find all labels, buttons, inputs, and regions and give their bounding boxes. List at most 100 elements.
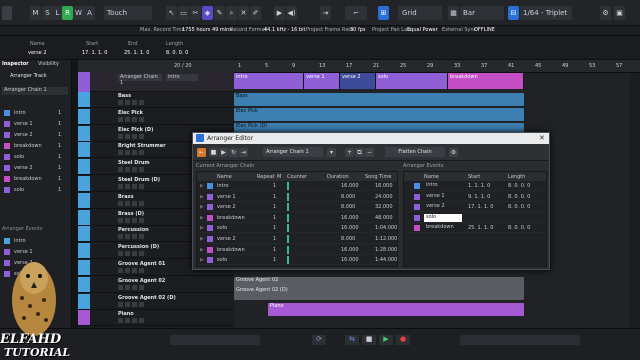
table-row[interactable]: solo [404, 213, 546, 223]
track-w-button[interactable] [139, 100, 144, 105]
table-row[interactable]: ▶ breakdown 1 16.000 1:28.000 [197, 245, 397, 255]
track-w-button[interactable] [139, 184, 144, 189]
tool-erase-icon[interactable]: ✎ [214, 6, 225, 20]
table-row[interactable]: ▶ solo 1 16.000 1:04.000 [197, 223, 397, 234]
tool-play-icon[interactable]: ▶ [274, 6, 285, 20]
arranger-event-clip[interactable]: breakdown [448, 73, 524, 89]
info-value[interactable]: 30 fps [350, 27, 366, 33]
track-m-button[interactable] [118, 150, 123, 156]
snap-icon[interactable]: ⌐ [345, 6, 367, 20]
toggle-w-button[interactable]: W [73, 6, 84, 20]
bass-clip[interactable]: Bass [234, 93, 524, 106]
table-row[interactable]: ▶ verse 1 1 8.000 24.000 [197, 192, 397, 202]
track-r-button[interactable] [132, 284, 137, 290]
inspector-chain-item[interactable]: breakdown 1 [2, 174, 70, 184]
track-r-button[interactable] [132, 184, 137, 189]
track-r-button[interactable] [132, 251, 137, 257]
track-s-button[interactable] [125, 234, 130, 240]
track-w-button[interactable] [139, 217, 144, 223]
track-row[interactable]: Bass [78, 92, 234, 108]
info-value[interactable]: 44.1 kHz - 16 bit [264, 27, 305, 33]
track-s-button[interactable] [125, 251, 130, 257]
track-r-button[interactable] [132, 116, 137, 122]
track-row[interactable]: Piano [78, 310, 234, 327]
track-m-button[interactable] [118, 318, 123, 324]
track-m-button[interactable] [118, 200, 123, 206]
duplicate-chain-icon[interactable]: ⧉ [355, 148, 364, 157]
play-chain-icon[interactable]: ▶ [219, 148, 228, 157]
stop-icon[interactable]: ■ [362, 335, 376, 345]
start-value[interactable]: 17. 1. 1. 0 [82, 50, 107, 56]
table-row[interactable]: intro 1. 1. 1. 0 8. 0. 0. 0 [404, 181, 546, 191]
track-m-button[interactable] [118, 251, 123, 257]
activate-icon[interactable]: ⇤ [197, 148, 206, 157]
stop-chain-icon[interactable]: ■ [209, 148, 218, 157]
timeline-ruler[interactable]: 1 5 9 13 17 21 25 29 33 37 41 45 49 53 57 [234, 60, 640, 73]
toggle-a-button[interactable]: A [84, 6, 95, 20]
track-w-button[interactable] [139, 167, 144, 173]
track-r-button[interactable] [132, 217, 137, 223]
inspector-chain-item[interactable]: solo 1 [2, 152, 70, 162]
track-m-button[interactable] [118, 268, 123, 273]
elec-pick-clip[interactable]: Elec Pick [234, 108, 524, 121]
track-s-button[interactable] [125, 184, 130, 189]
track-w-button[interactable] [139, 301, 144, 307]
quantize-icon[interactable]: ⊟ [508, 6, 519, 20]
vertical-scrollbar[interactable] [630, 73, 640, 328]
groove-agent-02-d-clip[interactable]: Groove Agent 02 (D) [234, 287, 524, 300]
track-r-button[interactable] [132, 100, 137, 105]
track-r-button[interactable] [132, 167, 137, 173]
grid-type-select[interactable]: Bar [460, 6, 504, 20]
track-w-button[interactable] [139, 318, 144, 324]
row-name[interactable]: solo [424, 213, 462, 222]
arranger-event-clip[interactable]: verse 1 [304, 73, 340, 89]
flatten-chain-button[interactable]: Flatten Chain [385, 147, 445, 157]
tool-range-icon[interactable]: ▭ [178, 6, 189, 20]
arranger-event-clip[interactable]: intro [234, 73, 304, 89]
arranger-track[interactable]: Arranger Chain 1 intro [78, 72, 234, 92]
track-s-button[interactable] [125, 167, 130, 173]
track-r-button[interactable] [132, 234, 137, 240]
track-w-button[interactable] [139, 234, 144, 240]
track-r-button[interactable] [132, 301, 137, 307]
tool-glue-icon[interactable]: ◆ [202, 6, 213, 20]
dialog-titlebar[interactable]: Arranger Editor ✕ [193, 133, 549, 144]
tool-split-icon[interactable]: ✂ [190, 6, 201, 20]
snap-type-select[interactable]: Grid [398, 6, 442, 20]
track-s-button[interactable] [125, 301, 130, 307]
inspector-chain-item[interactable]: solo 1 [2, 185, 70, 195]
table-row[interactable]: verse 2 17. 1. 1. 0 8. 0. 0. 0 [404, 202, 546, 213]
info-value[interactable]: OFFLINE [474, 27, 495, 33]
track-s-button[interactable] [125, 200, 130, 206]
arranger-track-section[interactable]: Arranger Track [10, 73, 76, 81]
track-r-button[interactable] [132, 318, 137, 324]
transport-tempo[interactable] [460, 335, 580, 345]
track-r-button[interactable] [132, 133, 137, 139]
inspector-chain-item[interactable]: verse 1 1 [2, 119, 70, 129]
end-value[interactable]: 25. 1. 1. 0 [124, 50, 149, 56]
track-r-button[interactable] [132, 200, 137, 206]
track-s-button[interactable] [125, 318, 130, 324]
automation-mode-select[interactable]: Touch [104, 6, 152, 20]
arranger-event-clip[interactable]: verse 2 [340, 73, 376, 89]
table-row[interactable]: ▶ verse 2 1 8.000 32.000 [197, 202, 397, 213]
track-s-button[interactable] [125, 116, 130, 122]
piano-clip[interactable]: Piano [268, 303, 524, 316]
track-w-button[interactable] [139, 116, 144, 122]
tab-visibility[interactable]: Visibility [38, 61, 68, 69]
chain-select[interactable]: Arranger Chain 1 [263, 147, 323, 157]
track-m-button[interactable] [118, 167, 123, 173]
track-s-button[interactable] [125, 217, 130, 223]
table-row[interactable]: breakdown 25. 1. 1. 0 8. 0. 0. 0 [404, 223, 546, 234]
track-w-button[interactable] [139, 284, 144, 290]
tool-pointer-icon[interactable]: ↖ [166, 6, 177, 20]
track-s-button[interactable] [125, 284, 130, 290]
track-row[interactable]: Elec Pick [78, 108, 234, 125]
snap-toggle-icon[interactable]: ⊞ [378, 6, 389, 20]
inspector-chain-select[interactable]: Arranger Chain 1 [2, 87, 68, 95]
table-row[interactable]: ▶ solo 1 16.000 1:44.000 [197, 255, 397, 266]
name-value[interactable]: verse 2 [28, 50, 47, 56]
settings-icon[interactable]: ⚙ [600, 6, 611, 20]
table-row[interactable]: ▶ intro 1 16.000 16.000 [197, 181, 397, 191]
track-m-button[interactable] [118, 284, 123, 290]
